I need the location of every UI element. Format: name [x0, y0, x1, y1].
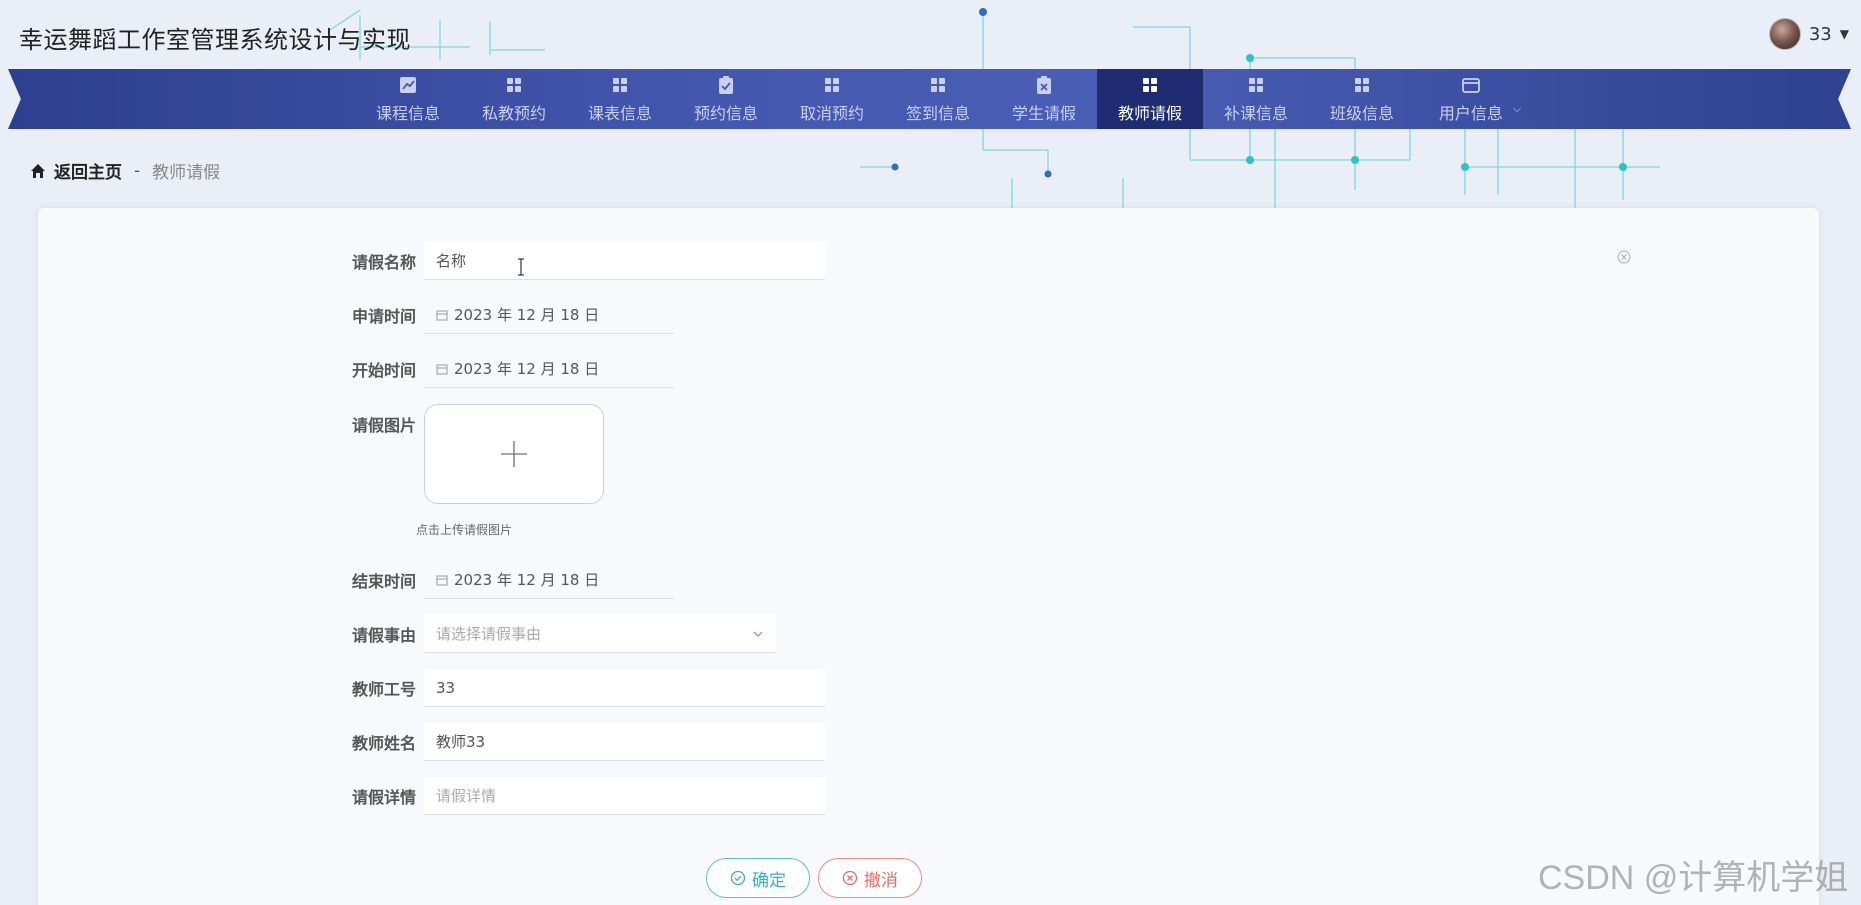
nav-label: 私教预约: [481, 103, 546, 123]
close-circle-icon[interactable]: [1617, 250, 1631, 264]
nav-item-schedule-info[interactable]: 课表信息: [567, 69, 673, 129]
form-row-leave-name: 请假名称 名称: [340, 242, 825, 280]
nav-label: 课程信息: [375, 103, 440, 123]
nav-label: 学生请假: [1011, 103, 1076, 123]
leave-detail-placeholder: 请假详情: [436, 787, 497, 805]
teacher-name-value: 教师33: [436, 733, 486, 751]
apply-time-value: 2023 年 12 月 18 日: [454, 306, 600, 324]
teacher-name-label: 教师姓名: [351, 734, 416, 753]
leave-image-label: 请假图片: [351, 416, 416, 435]
start-time-label: 开始时间: [351, 361, 416, 380]
main-nav: 课程信息 私教预约 课表信息 预约信息 取消预约 签到信息 学生请假 教师请假: [8, 69, 1851, 129]
nav-item-course-info[interactable]: 课程信息: [355, 69, 461, 129]
user-menu-trigger[interactable]: 33 ▼: [1768, 17, 1849, 51]
leave-reason-placeholder: 请选择请假事由: [436, 625, 542, 643]
teacher-name-input[interactable]: 教师33: [424, 723, 825, 761]
nav-label: 用户信息: [1438, 103, 1503, 123]
text-cursor-icon: [518, 258, 524, 276]
leave-name-label: 请假名称: [351, 253, 416, 272]
check-circle-icon: [730, 870, 746, 886]
end-time-label: 结束时间: [351, 572, 416, 591]
upload-hint: 点击上传请假图片: [416, 523, 513, 537]
chevron-down-icon: [753, 631, 763, 637]
nav-item-checkin-info[interactable]: 签到信息: [885, 69, 991, 129]
form-row-teacher-id: 教师工号 33: [340, 669, 825, 707]
breadcrumb-separator: -: [134, 160, 141, 181]
form-row-end-time: 结束时间 2023 年 12 月 18 日: [340, 561, 674, 599]
form-row-leave-image: 请假图片: [340, 404, 604, 504]
confirm-button[interactable]: 确定: [706, 858, 810, 898]
form-row-start-time: 开始时间 2023 年 12 月 18 日: [340, 350, 674, 388]
chevron-down-icon[interactable]: ⌵: [1513, 102, 1521, 116]
breadcrumb-current: 教师请假: [152, 163, 221, 183]
nav-item-user-info[interactable]: 用户信息 ⌵: [1415, 69, 1545, 129]
close-circle-icon: [842, 870, 858, 886]
nav-item-teacher-leave[interactable]: 教师请假: [1097, 69, 1203, 129]
nav-label: 补课信息: [1223, 103, 1288, 123]
nav-item-cancel-booking[interactable]: 取消预约: [779, 69, 885, 129]
teacher-id-label: 教师工号: [351, 680, 416, 699]
nav-item-class-info[interactable]: 班级信息: [1309, 69, 1415, 129]
cancel-label: 撤消: [864, 870, 898, 891]
teacher-id-input[interactable]: 33: [424, 669, 825, 707]
teacher-id-value: 33: [436, 678, 456, 697]
leave-reason-label: 请假事由: [351, 626, 416, 645]
apply-time-datepicker[interactable]: 2023 年 12 月 18 日: [424, 296, 674, 334]
leave-name-input[interactable]: 名称: [424, 242, 825, 280]
form-row-apply-time: 申请时间 2023 年 12 月 18 日: [340, 296, 674, 334]
confirm-label: 确定: [752, 870, 786, 891]
clipboard-x-icon: [1037, 75, 1051, 94]
form-row-leave-reason: 请假事由 请选择请假事由: [340, 615, 776, 653]
plus-icon: [501, 441, 527, 467]
start-time-datepicker[interactable]: 2023 年 12 月 18 日: [424, 350, 674, 388]
calendar-icon: [436, 575, 448, 585]
avatar[interactable]: [1768, 18, 1801, 50]
nav-label: 课表信息: [587, 103, 652, 123]
nav-label: 签到信息: [905, 103, 970, 123]
image-upload-button[interactable]: [424, 404, 604, 504]
grid-icon: [931, 77, 945, 92]
grid-icon: [613, 77, 627, 92]
breadcrumb-home-link[interactable]: 返回主页: [54, 158, 122, 183]
nav-label: 班级信息: [1329, 103, 1394, 123]
start-time-value: 2023 年 12 月 18 日: [454, 360, 600, 378]
grid-icon: [1249, 77, 1263, 92]
grid-icon: [1143, 77, 1157, 92]
calendar-icon: [436, 364, 448, 374]
grid-icon: [507, 77, 521, 92]
calendar-icon: [436, 310, 448, 320]
form-panel: [38, 208, 1819, 905]
leave-name-value: 名称: [436, 252, 467, 270]
end-time-datepicker[interactable]: 2023 年 12 月 18 日: [424, 561, 674, 599]
leave-detail-label: 请假详情: [351, 788, 416, 807]
nav-item-booking-info[interactable]: 预约信息: [673, 69, 779, 129]
nav-item-makeup-info[interactable]: 补课信息: [1203, 69, 1309, 129]
breadcrumb: 返回主页 - 教师请假: [30, 158, 220, 183]
nav-label: 取消预约: [799, 103, 864, 123]
clipboard-check-icon: [719, 75, 733, 94]
cancel-button[interactable]: 撤消: [818, 858, 922, 898]
nav-item-student-leave[interactable]: 学生请假: [991, 69, 1097, 129]
form-row-teacher-name: 教师姓名 教师33: [340, 723, 825, 761]
end-time-value: 2023 年 12 月 18 日: [454, 571, 600, 589]
watermark: CSDN @计算机学姐: [1538, 859, 1849, 897]
home-icon[interactable]: [30, 163, 46, 179]
nav-label: 教师请假: [1117, 103, 1182, 123]
form-row-leave-detail: 请假详情 请假详情: [340, 777, 825, 815]
wallet-icon: [1461, 77, 1480, 93]
grid-icon: [1355, 77, 1369, 92]
leave-detail-input[interactable]: 请假详情: [424, 777, 825, 815]
nav-label: 预约信息: [693, 103, 758, 123]
leave-reason-select[interactable]: 请选择请假事由: [424, 615, 776, 653]
grid-icon: [825, 77, 839, 92]
user-name[interactable]: 33: [1809, 24, 1832, 45]
nav-item-private-booking[interactable]: 私教预约: [461, 69, 567, 129]
top-header: 幸运舞蹈工作室管理系统设计与实现 33 ▼: [0, 0, 1861, 70]
chart-icon: [400, 76, 416, 93]
app-title: 幸运舞蹈工作室管理系统设计与实现: [19, 26, 411, 54]
apply-time-label: 申请时间: [351, 307, 416, 326]
caret-down-icon[interactable]: ▼: [1840, 27, 1849, 41]
